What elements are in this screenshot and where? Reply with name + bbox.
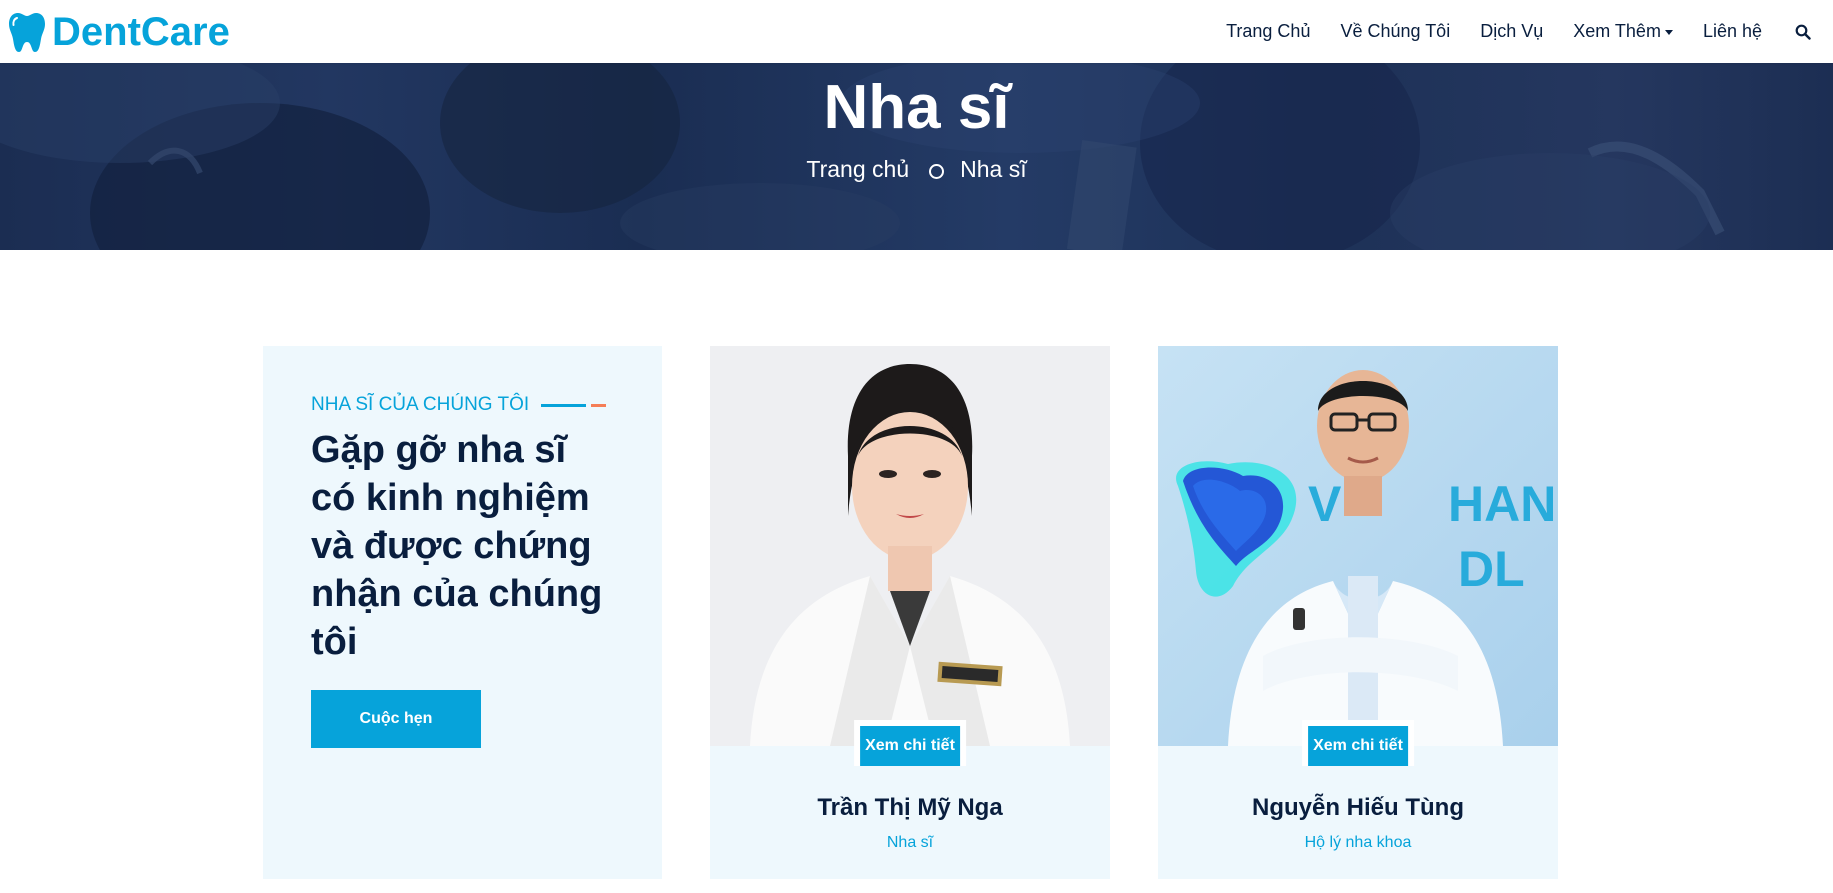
main-nav: Trang Chủ Về Chúng Tôi Dịch Vụ Xem Thêm …: [1211, 0, 1823, 63]
appointment-button[interactable]: Cuộc hẹn: [311, 690, 481, 748]
dentist-photo: [710, 346, 1110, 746]
circle-icon: [929, 164, 945, 179]
nav-about[interactable]: Về Chúng Tôi: [1340, 21, 1450, 42]
dentist-photo: V HAN DL: [1158, 346, 1558, 746]
page-title: Nha sĩ: [823, 73, 1010, 142]
label-line-accent: [591, 403, 607, 407]
detail-button-frame: Xem chi tiết: [854, 720, 966, 766]
breadcrumb-home[interactable]: Trang chủ: [806, 156, 909, 183]
view-details-button[interactable]: Xem chi tiết: [860, 726, 960, 766]
team-intro-card: NHA SĨ CỦA CHÚNG TÔI Gặp gỡ nha sĩ có ki…: [263, 346, 662, 879]
brand-logo[interactable]: DentCare: [8, 11, 230, 53]
section-label-text: NHA SĨ CỦA CHÚNG TÔI: [311, 394, 530, 415]
nav-services[interactable]: Dịch Vụ: [1480, 21, 1543, 42]
brand-name: DentCare: [52, 9, 230, 54]
dentist-card: V HAN DL Nguyễn Hiếu Tùng Hộ lý nha khoa…: [1158, 346, 1558, 879]
dentist-role: Nha sĩ: [886, 834, 934, 851]
svg-text:V: V: [1308, 476, 1342, 532]
svg-text:DL: DL: [1458, 541, 1525, 597]
dentist-photo-image: V HAN DL: [1158, 346, 1558, 746]
team-heading: Gặp gỡ nha sĩ có kinh nghiệm và được chứ…: [311, 429, 603, 663]
navbar: DentCare Trang Chủ Về Chúng Tôi Dịch Vụ …: [0, 0, 1833, 63]
svg-text:HAN: HAN: [1448, 476, 1556, 532]
nav-more-dropdown[interactable]: Xem Thêm: [1573, 21, 1673, 42]
tooth-icon: [9, 12, 45, 52]
breadcrumb: Trang chủ Nha sĩ: [0, 156, 1833, 183]
dentist-role: Hộ lý nha khoa: [1304, 834, 1412, 851]
caret-down-icon: [1664, 30, 1673, 35]
dentist-name: Nguyễn Hiếu Tùng: [1252, 794, 1464, 821]
breadcrumb-current: Nha sĩ: [960, 156, 1027, 182]
detail-button-frame: Xem chi tiết: [1302, 720, 1414, 766]
dentist-name: Trần Thị Mỹ Nga: [817, 794, 1003, 821]
dentist-card: Trần Thị Mỹ Nga Nha sĩ Xem chi tiết: [710, 346, 1110, 879]
search-icon: [1795, 24, 1811, 40]
nav-more-label: Xem Thêm: [1573, 21, 1661, 41]
nav-contact[interactable]: Liên hệ: [1703, 21, 1762, 42]
dentist-photo-image: [710, 346, 1110, 746]
label-line-blue: [541, 403, 587, 407]
search-button[interactable]: [1789, 18, 1817, 46]
view-details-button[interactable]: Xem chi tiết: [1308, 726, 1408, 766]
nav-home[interactable]: Trang Chủ: [1226, 21, 1310, 42]
page-header-hero: Nha sĩ Trang chủ Nha sĩ: [0, 63, 1833, 250]
section-label: NHA SĨ CỦA CHÚNG TÔI: [311, 394, 614, 416]
